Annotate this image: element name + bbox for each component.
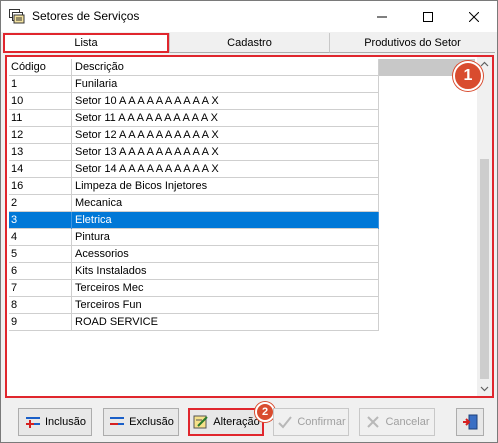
- cell-codigo[interactable]: 1: [9, 76, 72, 93]
- add-record-icon: [26, 417, 40, 428]
- column-header-codigo[interactable]: Código: [9, 59, 72, 76]
- cancelar-label: Cancelar: [385, 416, 430, 428]
- window: Setores de Serviços Lista Cadastro Produ…: [0, 0, 498, 443]
- cell-codigo[interactable]: 12: [9, 127, 72, 144]
- table-row[interactable]: 11 Setor 11 A A A A A A A A A A X: [9, 110, 379, 127]
- table-row[interactable]: 5 Acessorios: [9, 246, 379, 263]
- grid-panel: Código Descrição 1 Funilaria 10 Setor 10 A …: [5, 55, 494, 398]
- cell-codigo[interactable]: 2: [9, 195, 72, 212]
- exit-door-icon: [463, 414, 478, 430]
- alteracao-label: Alteração: [213, 416, 260, 428]
- cell-codigo[interactable]: 5: [9, 246, 72, 263]
- cancelar-button[interactable]: Cancelar: [359, 408, 435, 436]
- inclusao-button[interactable]: Inclusão: [18, 408, 92, 436]
- vertical-scrollbar[interactable]: [477, 57, 492, 396]
- table-row[interactable]: 12 Setor 12 A A A A A A A A A A X: [9, 127, 379, 144]
- app-icon: [9, 9, 25, 24]
- cell-descricao[interactable]: Terceiros Mec: [73, 280, 379, 297]
- cell-descricao[interactable]: Acessorios: [73, 246, 379, 263]
- table-row[interactable]: 7 Terceiros Mec: [9, 280, 379, 297]
- table-row[interactable]: 9 ROAD SERVICE: [9, 314, 379, 331]
- cell-codigo[interactable]: 3: [9, 212, 72, 229]
- title-bar: Setores de Serviços: [1, 1, 497, 32]
- close-button[interactable]: [451, 1, 497, 32]
- column-header-descricao[interactable]: Descrição: [73, 59, 379, 76]
- table-row[interactable]: 3 Eletrica: [9, 212, 379, 229]
- cell-codigo[interactable]: 14: [9, 161, 72, 178]
- cell-descricao[interactable]: Pintura: [73, 229, 379, 246]
- checkmark-icon: [278, 416, 293, 429]
- table-row[interactable]: 1 Funilaria: [9, 76, 379, 93]
- cell-codigo[interactable]: 16: [9, 178, 72, 195]
- cell-codigo[interactable]: 9: [9, 314, 72, 331]
- cell-descricao[interactable]: Limpeza de Bicos Injetores: [73, 178, 379, 195]
- table-row[interactable]: 16 Limpeza de Bicos Injetores: [9, 178, 379, 195]
- minimize-button[interactable]: [359, 1, 405, 32]
- table-row[interactable]: 6 Kits Instalados: [9, 263, 379, 280]
- exclusao-button[interactable]: Exclusão: [103, 408, 179, 436]
- maximize-icon: [423, 11, 433, 22]
- exit-button[interactable]: [456, 408, 484, 436]
- annotation-badge-2: 2: [255, 402, 275, 422]
- cell-descricao[interactable]: Mecanica: [73, 195, 379, 212]
- window-title: Setores de Serviços: [32, 9, 140, 23]
- inclusao-label: Inclusão: [45, 416, 86, 428]
- cell-descricao[interactable]: Terceiros Fun: [73, 297, 379, 314]
- cell-codigo[interactable]: 4: [9, 229, 72, 246]
- cell-codigo[interactable]: 8: [9, 297, 72, 314]
- cell-descricao[interactable]: Setor 14 A A A A A A A A A A X: [73, 161, 379, 178]
- grid-header-row: Código Descrição: [9, 59, 379, 76]
- scrollbar-thumb[interactable]: [480, 159, 489, 379]
- cell-codigo[interactable]: 10: [9, 93, 72, 110]
- table-row[interactable]: 2 Mecanica: [9, 195, 379, 212]
- cell-codigo[interactable]: 6: [9, 263, 72, 280]
- confirmar-label: Confirmar: [297, 416, 346, 428]
- cell-descricao[interactable]: Setor 10 A A A A A A A A A A X: [73, 93, 379, 110]
- cell-descricao[interactable]: Eletrica: [73, 212, 379, 229]
- scroll-down-icon[interactable]: [477, 381, 492, 396]
- tab-produtivos-do-setor[interactable]: Produtivos do Setor: [329, 33, 495, 53]
- cell-codigo[interactable]: 11: [9, 110, 72, 127]
- delete-record-icon: [110, 417, 125, 425]
- alteracao-button[interactable]: Alteração: [188, 408, 264, 436]
- confirmar-button[interactable]: Confirmar: [273, 408, 349, 436]
- edit-record-icon: [193, 415, 208, 429]
- cell-codigo[interactable]: 7: [9, 280, 72, 297]
- cell-descricao[interactable]: Setor 12 A A A A A A A A A A X: [73, 127, 379, 144]
- data-grid[interactable]: Código Descrição 1 Funilaria 10 Setor 10 A …: [9, 59, 379, 331]
- close-icon: [469, 11, 479, 22]
- table-row[interactable]: 14 Setor 14 A A A A A A A A A A X: [9, 161, 379, 178]
- cell-descricao[interactable]: ROAD SERVICE: [73, 314, 379, 331]
- cell-descricao[interactable]: Setor 13 A A A A A A A A A A X: [73, 144, 379, 161]
- minimize-icon: [377, 16, 387, 17]
- table-row[interactable]: 10 Setor 10 A A A A A A A A A A X: [9, 93, 379, 110]
- annotation-badge-1: 1: [453, 61, 483, 91]
- cell-descricao[interactable]: Funilaria: [73, 76, 379, 93]
- tab-lista[interactable]: Lista: [3, 33, 169, 53]
- tab-cadastro[interactable]: Cadastro: [169, 33, 329, 53]
- cell-codigo[interactable]: 13: [9, 144, 72, 161]
- table-row[interactable]: 4 Pintura: [9, 229, 379, 246]
- table-row[interactable]: 8 Terceiros Fun: [9, 297, 379, 314]
- cell-descricao[interactable]: Kits Instalados: [73, 263, 379, 280]
- maximize-button[interactable]: [405, 1, 451, 32]
- table-row[interactable]: 13 Setor 13 A A A A A A A A A A X: [9, 144, 379, 161]
- exclusao-label: Exclusão: [129, 416, 174, 428]
- cancel-x-icon: [367, 416, 380, 428]
- cell-descricao[interactable]: Setor 11 A A A A A A A A A A X: [73, 110, 379, 127]
